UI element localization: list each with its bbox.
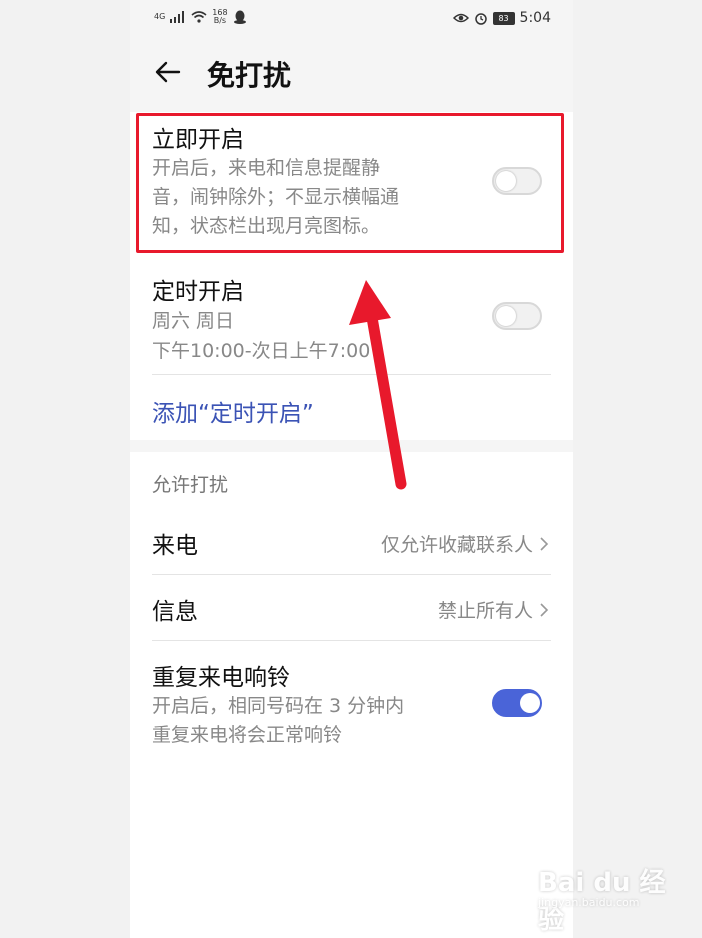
allow-section-label: 允许打扰 <box>152 474 229 496</box>
network-speed: 168 B/s <box>212 9 227 25</box>
enable-now-desc: 开启后，来电和信息提醒静 音，闹钟除外；不显示横幅通 知，状态栏出现月亮图标。 <box>152 154 399 241</box>
divider <box>152 574 551 575</box>
repeat-calls-desc: 开启后，相同号码在 3 分钟内 重复来电将会正常响铃 <box>152 692 404 750</box>
qq-icon <box>233 10 246 24</box>
messages-title[interactable]: 信息 <box>152 592 198 626</box>
divider <box>152 640 551 641</box>
watermark-url: jingyan.baidu.com <box>538 896 640 909</box>
calls-title[interactable]: 来电 <box>152 526 198 560</box>
enable-now-desc-line: 知，状态栏出现月亮图标。 <box>152 215 381 237</box>
chevron-right-icon <box>540 536 549 551</box>
wifi-icon <box>191 11 207 23</box>
enable-now-desc-line: 音，闹钟除外；不显示横幅通 <box>152 186 400 208</box>
repeat-calls-desc-line: 开启后，相同号码在 3 分钟内 <box>152 695 405 717</box>
switch-knob <box>496 306 516 326</box>
scheduled-days: 周六 周日 <box>152 310 235 332</box>
status-bar: 4G 168 B/s 83 5:04 <box>130 0 573 36</box>
divider <box>152 374 551 375</box>
baidu-watermark: Bai du 经验 jingyan.baidu.com <box>538 862 688 935</box>
enable-now-desc-line: 开启后，来电和信息提醒静 <box>152 157 381 179</box>
scheduled-time: 下午10:00-次日上午7:00 <box>152 340 371 362</box>
page-title: 免打扰 <box>207 59 292 92</box>
phone-screen: 4G 168 B/s 83 5:04 免打扰 立即开启 开启后，来电和信息提醒静… <box>130 0 573 938</box>
settings-card: 立即开启 开启后，来电和信息提醒静 音，闹钟除外；不显示横幅通 知，状态栏出现月… <box>130 112 573 440</box>
network-speed-unit: B/s <box>213 16 227 25</box>
status-left: 4G 168 B/s <box>154 9 247 25</box>
messages-value[interactable]: 禁止所有人 <box>438 596 549 623</box>
enable-now-switch[interactable] <box>492 167 542 195</box>
alarm-icon <box>474 13 487 25</box>
repeat-calls-switch[interactable] <box>492 689 542 717</box>
chevron-right-icon <box>540 602 549 617</box>
scheduled-title: 定时开启 <box>152 279 244 305</box>
calls-value-text: 仅允许收藏联系人 <box>380 534 533 556</box>
status-right: 83 5:04 <box>452 10 551 26</box>
switch-knob <box>520 693 540 713</box>
back-arrow-icon[interactable] <box>154 58 182 86</box>
enable-now-title: 立即开启 <box>152 127 244 153</box>
battery-icon: 83 <box>492 11 515 25</box>
repeat-calls-desc-line: 重复来电将会正常响铃 <box>152 724 343 746</box>
messages-value-text: 禁止所有人 <box>437 600 533 622</box>
switch-knob <box>496 171 516 191</box>
calls-value[interactable]: 仅允许收藏联系人 <box>381 530 549 557</box>
header: 免打扰 <box>130 46 573 102</box>
signal-label: 4G <box>154 12 166 21</box>
eye-comfort-icon <box>452 13 469 23</box>
add-schedule-link[interactable]: 添加“定时开启” <box>152 394 314 428</box>
status-time: 5:04 <box>519 10 551 26</box>
repeat-calls-title: 重复来电响铃 <box>152 665 290 691</box>
allow-card: 允许打扰 来电 仅允许收藏联系人 信息 禁止所有人 重复来电响铃 开启后，相同号… <box>130 452 573 938</box>
scheduled-switch[interactable] <box>492 302 542 330</box>
signal-icon <box>170 11 185 23</box>
